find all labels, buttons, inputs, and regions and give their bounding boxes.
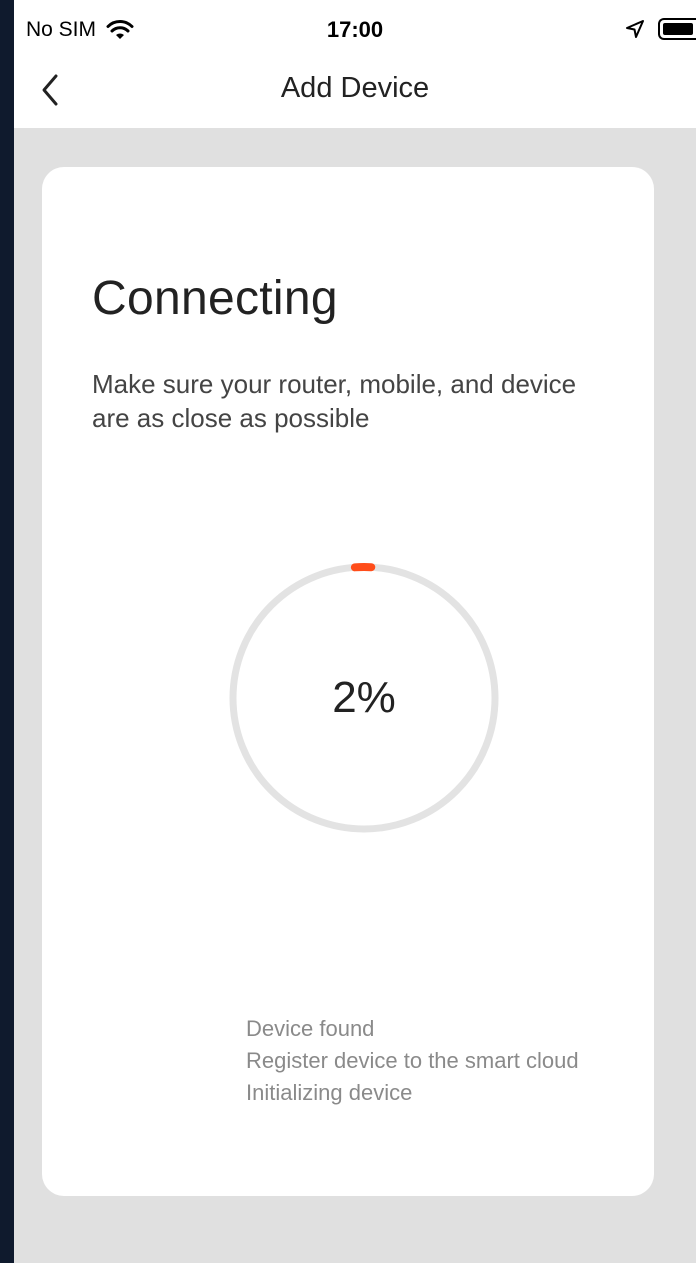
page-title: Add Device — [280, 72, 430, 104]
progress-ring: 2% — [225, 559, 503, 837]
navigation-bar: Add Device — [14, 60, 696, 128]
status-icons — [624, 18, 696, 40]
app-screen: No SIM 17:00 Add Device Connecting Make … — [14, 0, 696, 1263]
connection-steps: Device found Register device to the smar… — [246, 1013, 579, 1109]
progress-percent: 2% — [332, 673, 396, 722]
step-initializing: Initializing device — [246, 1080, 413, 1105]
step-register-cloud: Register device to the smart cloud — [246, 1048, 579, 1073]
battery-icon — [658, 18, 696, 40]
connecting-card: Connecting Make sure your router, mobile… — [42, 167, 654, 1196]
header: No SIM 17:00 Add Device — [14, 0, 696, 128]
connecting-instructions: Make sure your router, mobile, and devic… — [92, 369, 577, 433]
step-device-found: Device found — [246, 1016, 375, 1041]
status-bar: No SIM 17:00 — [14, 0, 696, 60]
status-time: 17:00 — [326, 17, 384, 42]
location-arrow-icon — [626, 20, 644, 38]
connecting-heading: Connecting — [92, 272, 338, 325]
